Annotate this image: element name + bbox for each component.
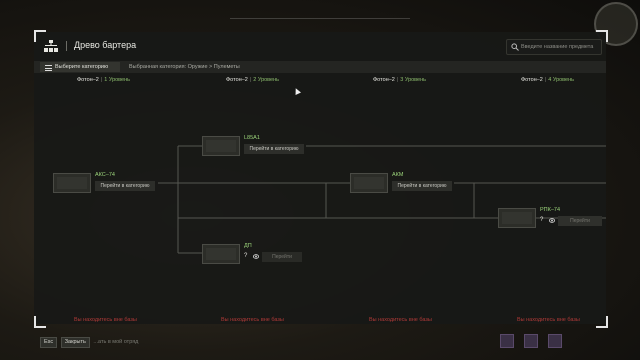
quickslot-item xyxy=(500,334,514,348)
item-thumbnail xyxy=(202,244,240,264)
eye-icon[interactable] xyxy=(253,254,259,259)
go-button[interactable]: Перейти xyxy=(558,216,602,226)
tree-connectors xyxy=(158,145,606,254)
out-of-base-warning: Вы находитесь вне базы xyxy=(74,317,137,323)
out-of-base-warning: Вы находитесь вне базы xyxy=(369,317,432,323)
item-thumbnail xyxy=(350,173,388,193)
go-to-category-button[interactable]: Перейти в категорию xyxy=(392,181,452,191)
go-to-category-button[interactable]: Перейти в категорию xyxy=(244,144,304,154)
bottom-hint-bar: Esc Закрыть ...ать в мой отряд xyxy=(40,337,139,348)
item-thumbnail xyxy=(498,208,536,228)
out-of-base-warning: Вы находитесь вне базы xyxy=(221,317,284,323)
go-to-category-button[interactable]: Перейти в категорию xyxy=(95,181,155,191)
esc-key[interactable]: Esc xyxy=(40,337,58,348)
quickslot-item xyxy=(548,334,562,348)
quickslot-item xyxy=(524,334,538,348)
question-icon[interactable]: ? xyxy=(244,253,247,259)
question-icon[interactable]: ? xyxy=(540,217,543,223)
out-of-base-warning: Вы находитесь вне базы xyxy=(517,317,580,323)
eye-icon[interactable] xyxy=(549,218,555,223)
close-button[interactable]: Закрыть xyxy=(60,337,90,348)
item-thumbnail xyxy=(53,173,91,193)
go-button[interactable]: Перейти xyxy=(262,252,302,262)
item-thumbnail xyxy=(202,136,240,156)
hint-text: ...ать в мой отряд xyxy=(93,339,139,345)
